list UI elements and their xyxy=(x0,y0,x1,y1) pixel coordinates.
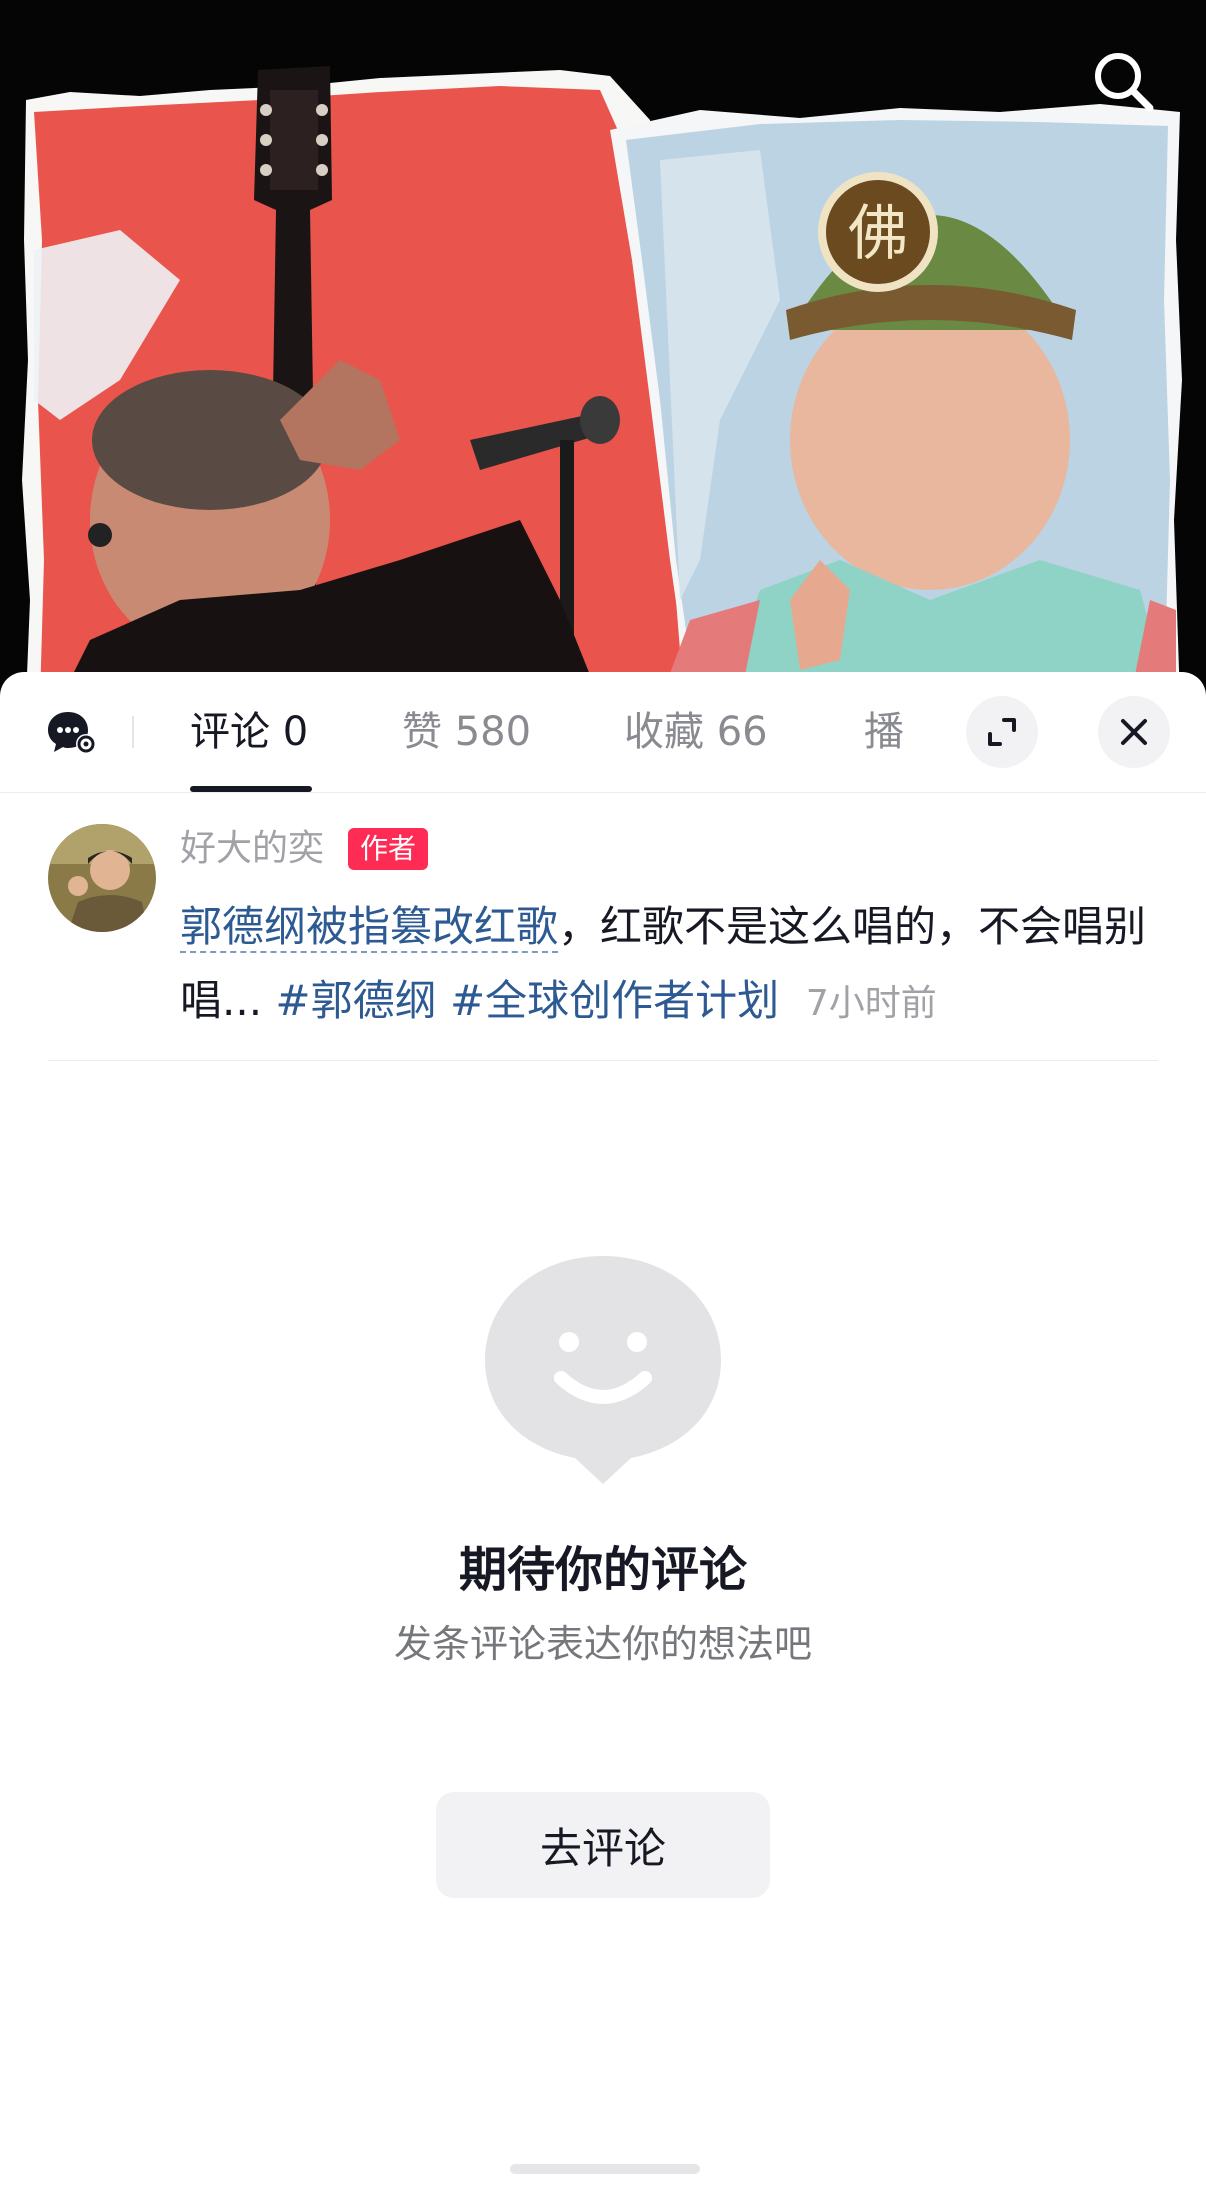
post-caption: 郭德纲被指篡改红歌，红歌不是这么唱的，不会唱别唱... #郭德纲 #全球创作者计… xyxy=(180,890,1160,1041)
close-icon xyxy=(1121,719,1147,745)
search-button[interactable] xyxy=(1086,44,1162,120)
expand-button[interactable] xyxy=(966,696,1038,768)
expand-icon xyxy=(988,718,1016,746)
video-cover-image: 佛 xyxy=(0,0,1206,700)
search-icon xyxy=(1095,53,1154,112)
hashtag-link[interactable]: #全球创作者计划 xyxy=(450,976,779,1025)
chat-settings-button[interactable] xyxy=(46,708,98,756)
tab-likes[interactable]: 赞 580 xyxy=(402,702,531,762)
tab-comments[interactable]: 评论 0 xyxy=(190,702,308,762)
author-avatar[interactable] xyxy=(48,824,156,932)
home-indicator[interactable] xyxy=(510,2164,700,2174)
post-title-link[interactable]: 郭德纲被指篡改红歌 xyxy=(180,902,559,953)
active-tab-indicator xyxy=(190,786,312,792)
close-button[interactable] xyxy=(1098,696,1170,768)
empty-state-title: 期待你的评论 xyxy=(458,1542,747,1598)
tab-divider xyxy=(132,716,134,748)
tab-bar: 评论 0 赞 580 收藏 66 播 xyxy=(0,672,1206,793)
video-cover-area[interactable]: 佛 xyxy=(0,0,1206,700)
author-name[interactable]: 好大的奕 xyxy=(180,824,324,874)
author-badge: 作者 xyxy=(348,828,429,870)
avatar-image xyxy=(48,824,156,932)
svg-text:佛: 佛 xyxy=(848,199,908,269)
post-time: 7小时前 xyxy=(805,983,937,1024)
tab-favorites[interactable]: 收藏 66 xyxy=(624,702,768,762)
empty-state-subtitle: 发条评论表达你的想法吧 xyxy=(393,1622,812,1666)
post-divider xyxy=(48,1060,1158,1061)
hashtag-link[interactable]: #郭德纲 xyxy=(275,976,436,1025)
smiley-chat-bubble-icon xyxy=(485,1256,721,1484)
tab-plays[interactable]: 播 xyxy=(864,702,904,762)
write-comment-button[interactable]: 去评论 xyxy=(436,1792,770,1898)
chat-settings-icon xyxy=(48,712,96,754)
